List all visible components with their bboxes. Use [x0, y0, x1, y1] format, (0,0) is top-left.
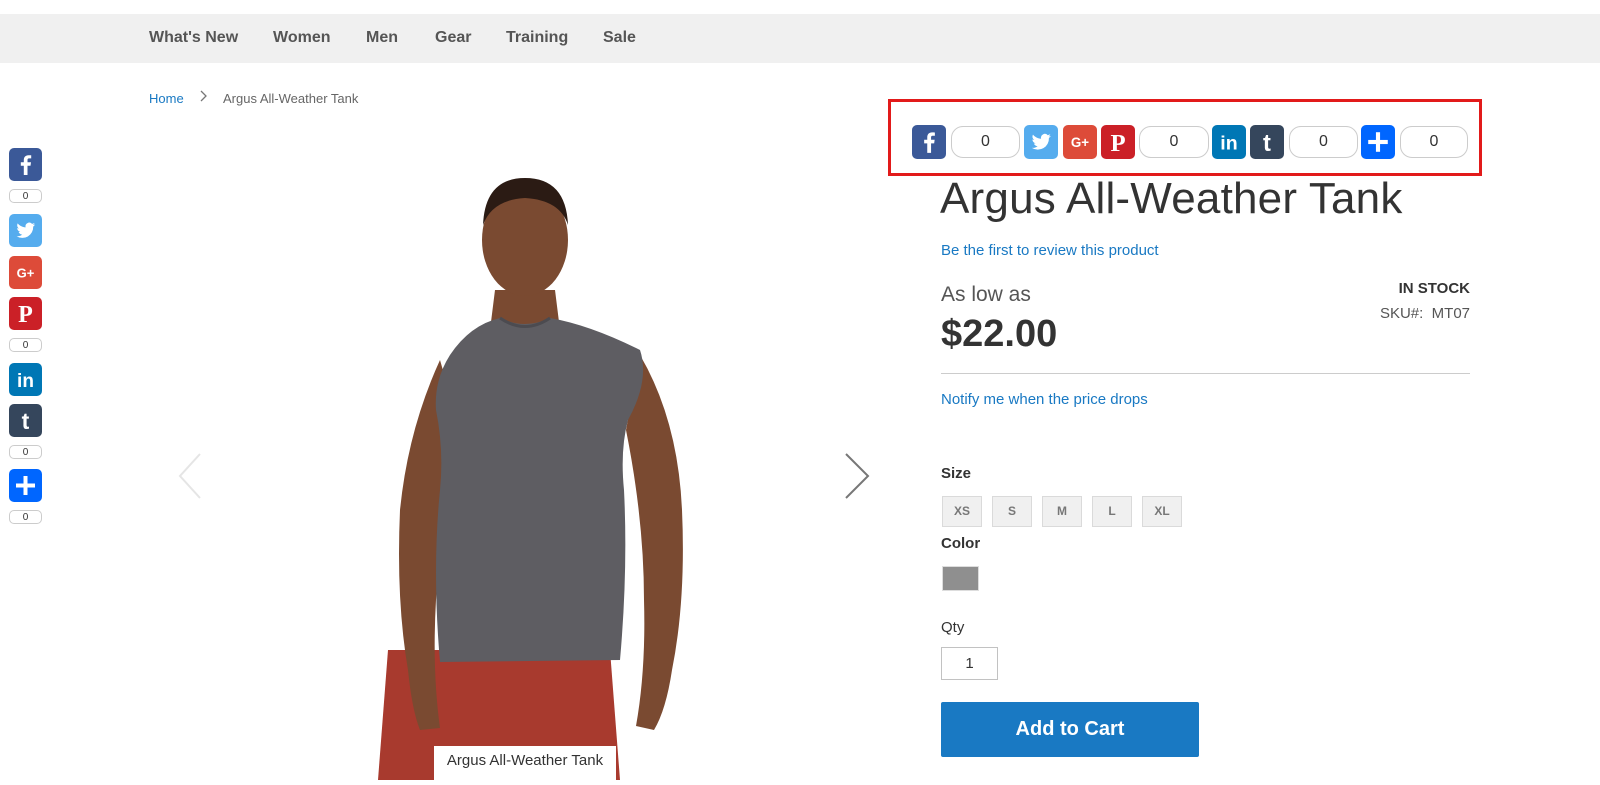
- divider: [941, 373, 1470, 374]
- size-label: Size: [941, 465, 972, 482]
- size-option-xl[interactable]: XL: [1142, 496, 1182, 527]
- stock-status: IN STOCK: [1398, 280, 1470, 297]
- price-prefix: As low as: [941, 283, 1031, 306]
- nav-item-training[interactable]: Training: [506, 29, 568, 47]
- sku: SKU#: MT07: [1360, 305, 1470, 322]
- size-option-l[interactable]: L: [1092, 496, 1132, 527]
- sku-label: SKU#:: [1379, 305, 1424, 322]
- twitter-icon[interactable]: [9, 214, 42, 247]
- gallery-prev-chevron-left-icon[interactable]: [176, 451, 206, 501]
- pinterest-icon[interactable]: P: [1101, 125, 1135, 159]
- breadcrumb-home-link[interactable]: Home: [149, 91, 184, 106]
- product-title: Argus All-Weather Tank: [940, 174, 1403, 223]
- nav-item-women[interactable]: Women: [273, 29, 330, 47]
- side-addthis-count: 0: [9, 510, 42, 524]
- svg-text:P: P: [18, 302, 33, 328]
- share-addthis-count: 0: [1400, 126, 1468, 158]
- share-tumblr-count: 0: [1289, 126, 1358, 158]
- side-pinterest-count: 0: [9, 338, 42, 352]
- svg-text:t: t: [22, 408, 30, 434]
- twitter-icon[interactable]: [1024, 125, 1058, 159]
- gallery-caption: Argus All-Weather Tank: [434, 746, 616, 780]
- linkedin-icon[interactable]: in: [1212, 125, 1246, 159]
- svg-text:G+: G+: [1071, 135, 1089, 150]
- add-to-cart-button[interactable]: Add to Cart: [941, 702, 1199, 757]
- size-option-s[interactable]: S: [992, 496, 1032, 527]
- facebook-icon[interactable]: [912, 125, 946, 159]
- svg-text:P: P: [1110, 130, 1125, 157]
- google-plus-icon[interactable]: G+: [9, 256, 42, 289]
- google-plus-icon[interactable]: G+: [1063, 125, 1097, 159]
- side-tumblr-count: 0: [9, 445, 42, 459]
- qty-input[interactable]: [941, 647, 998, 680]
- notify-price-drop-link[interactable]: Notify me when the price drops: [941, 391, 1148, 408]
- gallery-next-chevron-right-icon[interactable]: [842, 451, 872, 501]
- product-gallery: [150, 130, 890, 780]
- chevron-right-icon: [200, 90, 207, 102]
- linkedin-icon[interactable]: in: [9, 363, 42, 396]
- addthis-plus-icon[interactable]: [9, 469, 42, 502]
- svg-text:t: t: [1263, 131, 1271, 157]
- facebook-icon[interactable]: [9, 148, 42, 181]
- color-swatch-gray[interactable]: [942, 566, 979, 591]
- svg-text:G+: G+: [17, 266, 35, 281]
- nav-item-whats-new[interactable]: What's New: [149, 29, 238, 47]
- share-facebook-count: 0: [951, 126, 1020, 158]
- size-option-xs[interactable]: XS: [942, 496, 982, 527]
- product-price: $22.00: [941, 313, 1058, 355]
- nav-item-sale[interactable]: Sale: [603, 29, 636, 47]
- sku-value: MT07: [1431, 305, 1470, 322]
- side-facebook-count: 0: [9, 189, 42, 203]
- breadcrumb-current: Argus All-Weather Tank: [223, 91, 359, 106]
- tumblr-icon[interactable]: t: [9, 404, 42, 437]
- size-option-m[interactable]: M: [1042, 496, 1082, 527]
- svg-text:in: in: [17, 371, 34, 392]
- product-image: [378, 178, 683, 780]
- nav-item-men[interactable]: Men: [366, 29, 398, 47]
- qty-label: Qty: [941, 619, 965, 636]
- nav-item-gear[interactable]: Gear: [435, 29, 471, 47]
- main-nav: What's New Women Men Gear Training Sale: [0, 14, 1600, 63]
- svg-text:in: in: [1220, 133, 1237, 155]
- review-link[interactable]: Be the first to review this product: [941, 242, 1159, 259]
- addthis-plus-icon[interactable]: [1361, 125, 1395, 159]
- tumblr-icon[interactable]: t: [1250, 125, 1284, 159]
- pinterest-icon[interactable]: P: [9, 297, 42, 330]
- color-label: Color: [941, 535, 981, 552]
- share-pinterest-count: 0: [1139, 126, 1209, 158]
